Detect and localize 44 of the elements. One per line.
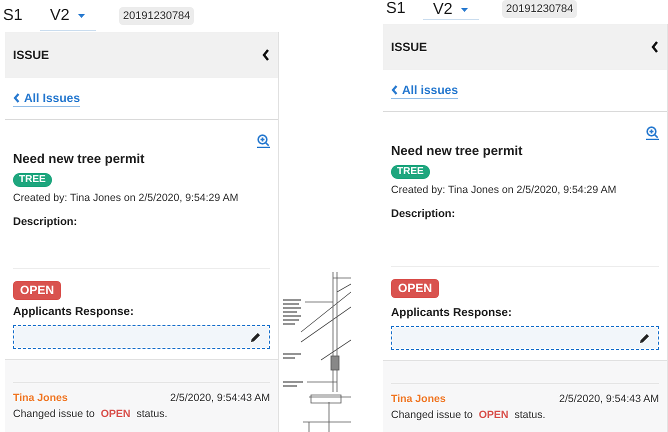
caret-icon (78, 14, 85, 18)
pencil-icon[interactable] (639, 332, 650, 344)
category-tag: TREE (13, 172, 52, 186)
created-by-text: Created by: Tina Jones on 2/5/2020, 9:54:29 AM (391, 182, 618, 198)
zoom-in-icon[interactable] (646, 126, 659, 140)
sheet-label: S1 (386, 0, 407, 18)
number-badge: 20191230784 (502, 0, 578, 18)
sheet-label: S1 (3, 7, 24, 25)
description-label: Description: (391, 207, 456, 222)
issue-title: Need new tree permit (391, 142, 524, 160)
response-field[interactable] (13, 325, 270, 349)
response-field[interactable] (391, 326, 659, 350)
activity-text: status. (136, 406, 168, 422)
status-badge: OPEN (391, 278, 440, 298)
number-badge: 20191230784 (119, 7, 194, 25)
activity-status: OPEN (478, 408, 508, 423)
activity-time: 2/5/2020, 9:54:43 AM (559, 392, 659, 407)
response-label: Applicants Response: (391, 306, 513, 321)
response-label: Applicants Response: (13, 304, 135, 320)
back-link[interactable]: All issues (391, 82, 458, 98)
description-label: Description: (13, 215, 78, 230)
zoom-in-icon[interactable] (257, 134, 270, 148)
created-by-text: Created by: Tina Jones on 2/5/2020, 9:54:29 AM (13, 190, 240, 206)
chevron-left-icon (13, 93, 20, 103)
collapse-chevron-icon[interactable] (262, 49, 270, 61)
collapse-chevron-icon[interactable] (651, 41, 659, 53)
author-name: Tina Jones (13, 391, 68, 406)
status-badge: OPEN (13, 280, 62, 300)
activity-text: Changed issue to (13, 406, 95, 422)
version-dropdown[interactable]: V2 (40, 1, 96, 31)
panel-title: ISSUE (391, 39, 428, 56)
issue-title: Need new tree permit (13, 150, 146, 168)
panel-title: ISSUE (13, 47, 50, 64)
category-tag: TREE (391, 164, 430, 178)
caret-icon (460, 8, 468, 12)
author-name: Tina Jones (391, 392, 446, 407)
chevron-left-icon (391, 85, 398, 95)
back-link[interactable]: All Issues (13, 90, 80, 106)
activity-text: Changed issue to (391, 408, 473, 423)
activity-status: OPEN (100, 406, 130, 422)
activity-time: 2/5/2020, 9:54:43 AM (170, 391, 270, 406)
pencil-icon[interactable] (250, 332, 261, 342)
version-dropdown[interactable]: V2 (423, 0, 479, 20)
activity-text: status. (514, 408, 546, 423)
